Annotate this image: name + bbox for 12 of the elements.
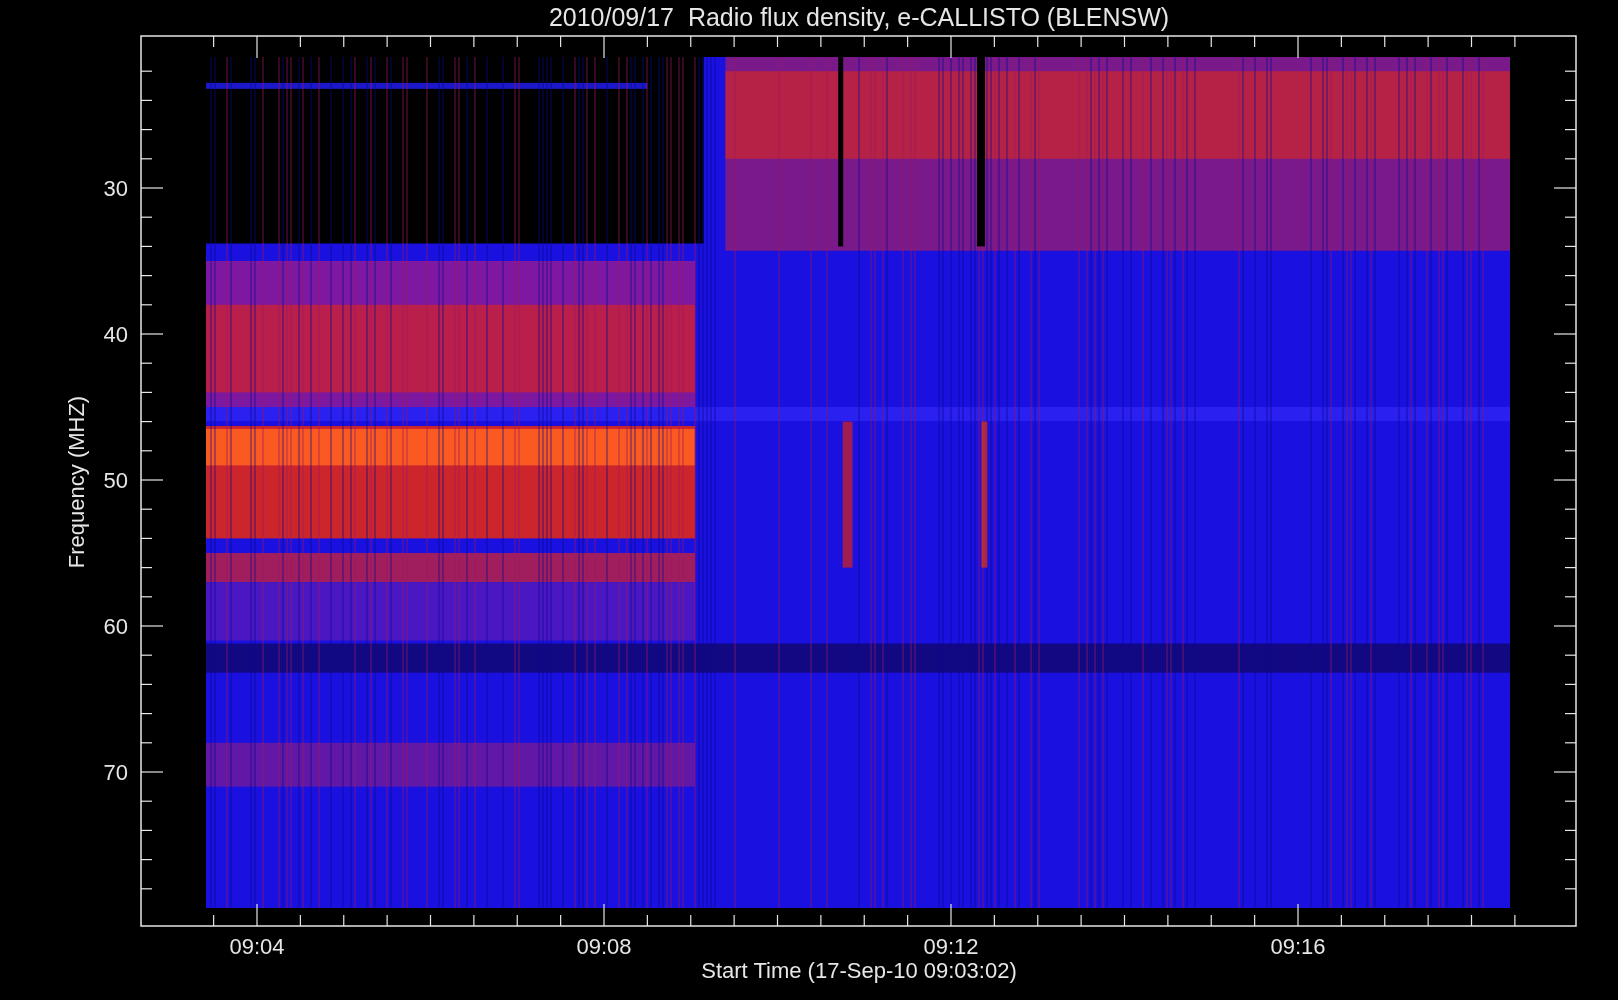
axis-label: Frequency (MHZ) — [64, 395, 89, 569]
tick-label: 09:16 — [1270, 934, 1326, 959]
tick-label: 09:12 — [923, 934, 979, 959]
tick-label: 30 — [103, 176, 128, 201]
tick-label: 50 — [103, 468, 128, 493]
tick-label: 40 — [103, 322, 128, 347]
tick-label: 60 — [103, 614, 128, 639]
tick-label: 09:08 — [576, 934, 632, 959]
tick-label: 09:04 — [229, 934, 285, 959]
axis-label: Start Time (17-Sep-10 09:03:02) — [701, 958, 1017, 983]
plot-title: 2010/09/17 Radio flux density, e-CALLISTO (BLENSW) — [548, 3, 1170, 31]
tick-label: 70 — [103, 760, 128, 785]
